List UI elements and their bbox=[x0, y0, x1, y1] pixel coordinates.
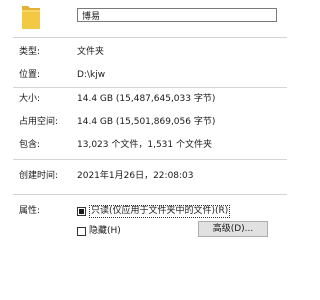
created-label: 创建时间: bbox=[19, 171, 59, 181]
hidden-checkbox[interactable] bbox=[77, 226, 86, 236]
size-on-disk-label: 占用空间: bbox=[19, 117, 59, 127]
size-on-disk-value: 14.4 GB (15,501,869,056 字节) bbox=[77, 117, 216, 127]
type-label: 类型: bbox=[19, 47, 41, 57]
advanced-button[interactable]: 高级(D)... bbox=[198, 221, 268, 237]
type-value: 文件夹 bbox=[77, 47, 105, 57]
divider bbox=[13, 87, 287, 88]
divider bbox=[13, 194, 287, 195]
folder-name-input[interactable] bbox=[77, 8, 277, 22]
readonly-checkbox-label[interactable]: 只读(仅应用于文件夹中的文件)(R) bbox=[89, 205, 231, 218]
contains-label: 包含: bbox=[19, 140, 41, 150]
attributes-label: 属性: bbox=[19, 206, 41, 216]
divider bbox=[13, 37, 287, 38]
location-value: D:\kjw bbox=[77, 70, 106, 80]
created-value: 2021年1月26日，22:08:03 bbox=[77, 171, 194, 181]
readonly-checkbox-row[interactable]: 只读(仅应用于文件夹中的文件)(R) bbox=[77, 205, 231, 218]
size-value: 14.4 GB (15,487,645,033 字节) bbox=[77, 94, 216, 104]
contains-value: 13,023 个文件，1,531 个文件夹 bbox=[77, 140, 212, 150]
hidden-checkbox-row[interactable]: 隐藏(H) bbox=[77, 225, 121, 237]
divider bbox=[13, 159, 287, 160]
hidden-checkbox-label[interactable]: 隐藏(H) bbox=[89, 225, 121, 237]
location-label: 位置: bbox=[19, 70, 41, 80]
size-label: 大小: bbox=[19, 94, 41, 104]
readonly-checkbox[interactable] bbox=[77, 207, 86, 216]
folder-icon bbox=[21, 4, 41, 30]
